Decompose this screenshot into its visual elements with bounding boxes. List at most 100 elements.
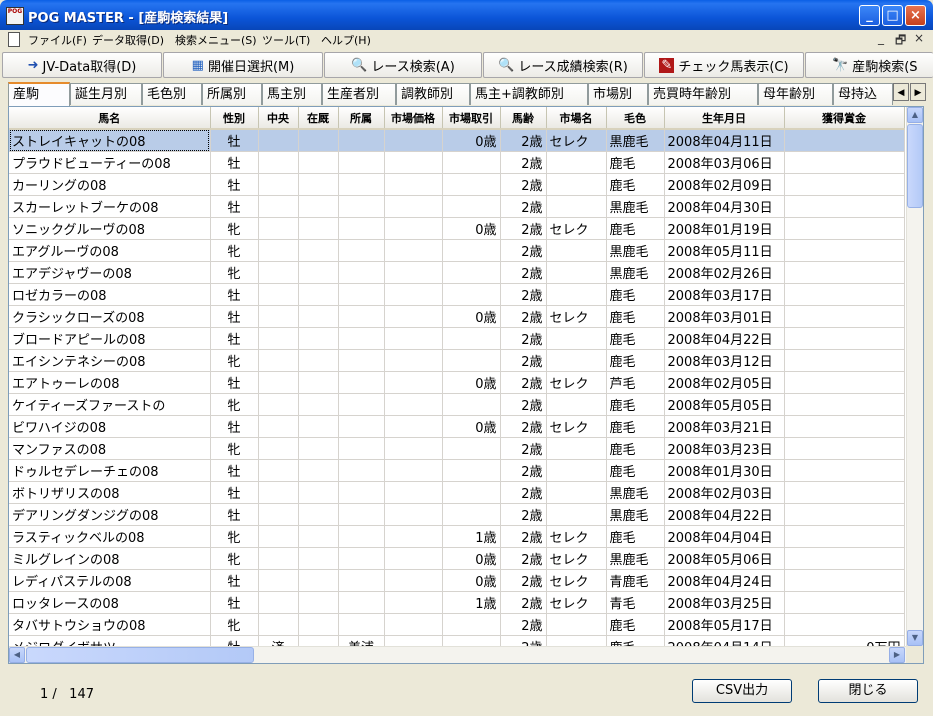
table-cell bbox=[258, 437, 299, 460]
table-row[interactable]: ボトリザリスの08 牡 2歳 黒鹿毛 2008年02月03日 bbox=[9, 481, 905, 504]
csv-export-button[interactable]: CSV出力 bbox=[692, 679, 792, 703]
column-header[interactable]: 馬名 bbox=[9, 107, 211, 130]
tab-dam-imported[interactable]: 母持込 bbox=[833, 83, 893, 105]
table-cell bbox=[784, 349, 905, 372]
vertical-scrollbar[interactable]: ▲ ▼ bbox=[906, 107, 923, 647]
scroll-right-icon[interactable]: ▶ bbox=[889, 647, 905, 663]
table-row[interactable]: ドゥルセデレーチェの08 牡 2歳 鹿毛 2008年01月30日 bbox=[9, 459, 905, 482]
table-row[interactable]: デアリングダンジグの08 牡 2歳 黒鹿毛 2008年04月22日 bbox=[9, 503, 905, 526]
offspring-search-button[interactable]: 🔭 産駒検索(S bbox=[805, 52, 933, 78]
table-row[interactable]: ブロードアピールの08 牡 2歳 鹿毛 2008年04月22日 bbox=[9, 327, 905, 350]
table-cell bbox=[784, 261, 905, 284]
date-select-button[interactable]: ▦ 開催日選択(M) bbox=[163, 52, 323, 78]
table-row[interactable]: レディパステルの08 牡 0歳 2歳 セレク 青鹿毛 2008年04月24日 bbox=[9, 569, 905, 592]
tab-owner[interactable]: 馬主別 bbox=[262, 83, 322, 105]
document-icon[interactable] bbox=[8, 32, 20, 47]
scroll-left-icon[interactable]: ◀ bbox=[9, 647, 25, 663]
table-row[interactable]: エイシンテネシーの08 牝 2歳 鹿毛 2008年03月12日 bbox=[9, 349, 905, 372]
minimize-button[interactable]: _ bbox=[859, 5, 880, 26]
horizontal-scrollbar[interactable]: ◀ ▶ bbox=[9, 646, 907, 663]
tab-breeder[interactable]: 生産者別 bbox=[322, 83, 396, 105]
table-cell bbox=[442, 239, 501, 262]
menu-file[interactable]: ファイル(F) bbox=[28, 32, 87, 48]
table-row[interactable]: エアデジャヴーの08 牝 2歳 黒鹿毛 2008年02月26日 bbox=[9, 261, 905, 284]
column-header[interactable]: 市場価格 bbox=[384, 107, 443, 130]
maximize-button[interactable]: □ bbox=[882, 5, 903, 26]
tab-affiliation[interactable]: 所属別 bbox=[202, 83, 262, 105]
tab-coat-color[interactable]: 毛色別 bbox=[142, 83, 202, 105]
table-cell: 牝 bbox=[210, 349, 259, 372]
table-row[interactable]: エアグルーヴの08 牝 2歳 黒鹿毛 2008年05月11日 bbox=[9, 239, 905, 262]
column-header[interactable]: 所属 bbox=[338, 107, 385, 130]
scroll-up-icon[interactable]: ▲ bbox=[907, 107, 923, 123]
tab-market[interactable]: 市場別 bbox=[588, 83, 648, 105]
check-horse-button[interactable]: ✎ チェック馬表示(C) bbox=[644, 52, 804, 78]
table-cell: 青鹿毛 bbox=[606, 569, 665, 592]
tab-owner-trainer[interactable]: 馬主+調教師別 bbox=[470, 83, 588, 105]
table-row[interactable]: ソニックグルーヴの08 牝 0歳 2歳 セレク 鹿毛 2008年01月19日 bbox=[9, 217, 905, 240]
table-cell bbox=[258, 129, 299, 152]
column-header[interactable]: 性別 bbox=[210, 107, 259, 130]
column-header[interactable]: 中央 bbox=[258, 107, 299, 130]
table-row[interactable]: ビワハイジの08 牡 0歳 2歳 セレク 鹿毛 2008年03月21日 bbox=[9, 415, 905, 438]
menu-data[interactable]: データ取得(D) bbox=[92, 32, 164, 48]
table-cell: プラウドビューティーの08 bbox=[9, 151, 211, 174]
table-cell bbox=[784, 503, 905, 526]
table-row[interactable]: カーリングの08 牡 2歳 鹿毛 2008年02月09日 bbox=[9, 173, 905, 196]
table-cell: 2008年04月30日 bbox=[664, 195, 785, 218]
tab-offspring[interactable]: 産駒 bbox=[8, 82, 70, 106]
jv-data-button[interactable]: ➜ JV-Data取得(D) bbox=[2, 52, 162, 78]
table-row[interactable]: ロゼカラーの08 牡 2歳 鹿毛 2008年03月17日 bbox=[9, 283, 905, 306]
table-row[interactable]: エアトゥーレの08 牡 0歳 2歳 セレク 芦毛 2008年02月05日 bbox=[9, 371, 905, 394]
table-row[interactable]: ミルグレインの08 牝 0歳 2歳 セレク 黒鹿毛 2008年05月06日 bbox=[9, 547, 905, 570]
table-row[interactable]: ケイティーズファーストの牝 2歳 鹿毛 2008年05月05日 bbox=[9, 393, 905, 416]
column-header[interactable]: 市場名 bbox=[546, 107, 607, 130]
mdi-minimize-button[interactable]: _ bbox=[878, 31, 884, 45]
mdi-restore-button[interactable]: 🗗 bbox=[895, 31, 906, 52]
table-cell bbox=[546, 327, 607, 350]
column-header[interactable]: 馬齢 bbox=[500, 107, 547, 130]
mdi-close-button[interactable]: × bbox=[914, 31, 924, 45]
table-cell: 鹿毛 bbox=[606, 459, 665, 482]
table-row[interactable]: ロッタレースの08 牡 1歳 2歳 セレク 青毛 2008年03月25日 bbox=[9, 591, 905, 614]
vertical-scroll-thumb[interactable] bbox=[907, 124, 923, 208]
table-row[interactable]: ラスティックベルの08 牝 1歳 2歳 セレク 鹿毛 2008年04月04日 bbox=[9, 525, 905, 548]
column-header[interactable]: 市場取引 bbox=[442, 107, 501, 130]
column-header[interactable]: 毛色 bbox=[606, 107, 665, 130]
tab-scroll-left-icon[interactable]: ◀ bbox=[893, 83, 909, 101]
table-row[interactable]: マンファスの08 牝 2歳 鹿毛 2008年03月23日 bbox=[9, 437, 905, 460]
column-header[interactable]: 獲得賞金 bbox=[784, 107, 905, 130]
table-cell: 2008年04月11日 bbox=[664, 129, 785, 152]
tab-birth-month[interactable]: 誕生月別 bbox=[70, 83, 142, 105]
table-cell: ラスティックベルの08 bbox=[9, 525, 211, 548]
tab-trainer[interactable]: 調教師別 bbox=[396, 83, 470, 105]
column-header[interactable]: 生年月日 bbox=[664, 107, 785, 130]
menu-search[interactable]: 検索メニュー(S) bbox=[175, 32, 257, 48]
tab-dam-age[interactable]: 母年齢別 bbox=[758, 83, 833, 105]
table-row[interactable]: スカーレットブーケの08 牡 2歳 黒鹿毛 2008年04月30日 bbox=[9, 195, 905, 218]
table-cell bbox=[338, 393, 385, 416]
table-row[interactable]: ストレイキャットの08 牡 0歳 2歳 セレク 黒鹿毛 2008年04月11日 bbox=[9, 129, 905, 152]
table-cell bbox=[384, 371, 443, 394]
table-cell bbox=[546, 239, 607, 262]
scroll-down-icon[interactable]: ▼ bbox=[907, 630, 923, 646]
table-cell bbox=[258, 173, 299, 196]
table-cell: 牝 bbox=[210, 239, 259, 262]
column-header[interactable]: 在厩 bbox=[298, 107, 339, 130]
close-button[interactable]: × bbox=[905, 5, 926, 26]
table-cell: 2歳 bbox=[500, 547, 547, 570]
table-cell bbox=[384, 327, 443, 350]
table-cell: 1歳 bbox=[442, 591, 501, 614]
race-result-search-button[interactable]: 🔍 レース成績検索(R) bbox=[483, 52, 643, 78]
menu-help[interactable]: ヘルプ(H) bbox=[321, 32, 371, 48]
table-row[interactable]: クラシックローズの08 牡 0歳 2歳 セレク 鹿毛 2008年03月01日 bbox=[9, 305, 905, 328]
table-row[interactable]: プラウドビューティーの08 牡 2歳 鹿毛 2008年03月06日 bbox=[9, 151, 905, 174]
tab-scroll-right-icon[interactable]: ▶ bbox=[910, 83, 926, 101]
race-search-button[interactable]: 🔍 レース検索(A) bbox=[324, 52, 482, 78]
table-row[interactable]: タバサトウショウの08 牝 2歳 鹿毛 2008年05月17日 bbox=[9, 613, 905, 636]
tab-sale-age[interactable]: 売買時年齢別 bbox=[648, 83, 758, 105]
title-bar[interactable]: POG POG MASTER - [産駒検索結果] _ □ × bbox=[0, 0, 933, 30]
horizontal-scroll-thumb[interactable] bbox=[26, 647, 254, 663]
close-dialog-button[interactable]: 閉じる bbox=[818, 679, 918, 703]
menu-tools[interactable]: ツール(T) bbox=[262, 32, 310, 48]
